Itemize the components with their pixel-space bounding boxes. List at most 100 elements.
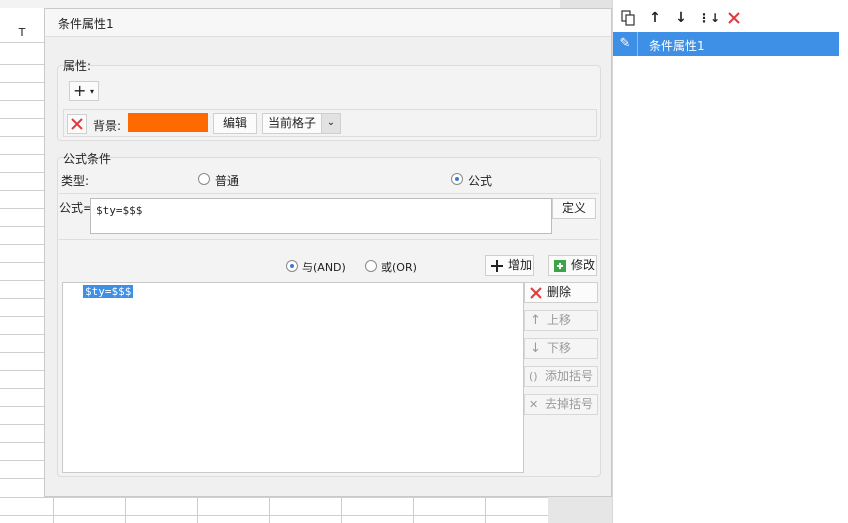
move-up-item-button[interactable]: ↑ [646, 8, 664, 28]
sheet-col-line [341, 497, 342, 523]
add-condition-button[interactable]: 增加 [485, 255, 534, 276]
sheet-col-line [197, 497, 198, 523]
sheet-row-line [0, 64, 44, 65]
modify-condition-button[interactable]: 修改 [548, 255, 597, 276]
sheet-col-line [485, 497, 486, 523]
type-option-normal: 普通 [215, 174, 240, 188]
formula-input[interactable]: $ty=$$$ [90, 198, 552, 234]
remove-attribute-button[interactable] [67, 114, 87, 134]
arrow-up-icon: ↑ [530, 313, 541, 328]
chevron-down-icon: ⌄ [321, 114, 340, 133]
scope-select-value: 当前格子 [268, 116, 317, 130]
sheet-col-line [413, 497, 414, 523]
sheet-row-line [0, 136, 44, 137]
edit-button[interactable]: 编辑 [213, 113, 257, 134]
sheet-row-line [0, 515, 560, 516]
divider [59, 193, 599, 194]
sheet-row-line [0, 370, 44, 371]
logic-radio-or[interactable] [365, 260, 377, 272]
sheet-row-line [0, 478, 44, 479]
sheet-col-line [53, 497, 54, 523]
move-up-button[interactable]: ↑ 上移 [524, 310, 598, 331]
sheet-row-line [0, 334, 44, 335]
sheet-row-line [0, 406, 44, 407]
copy-icon [621, 10, 635, 26]
copy-button[interactable] [619, 8, 637, 28]
sheet-row-line [0, 172, 44, 173]
close-icon [71, 118, 83, 130]
condition-item-label: 条件属性1 [649, 39, 705, 53]
attributes-group-label: 属性: [63, 59, 92, 73]
remove-bracket-button[interactable]: ✕ 去掉括号 [524, 394, 598, 415]
condition-attribute-dialog: 条件属性1 属性: + ▾ 背景: 编辑 当前格子 ⌄ 公式条件 类型: 普通 公… [44, 8, 612, 497]
background-color-swatch[interactable] [128, 113, 208, 132]
move-down-item-button[interactable]: ↓ [672, 8, 690, 28]
pencil-icon[interactable]: ✎ [613, 32, 638, 56]
sheet-row-line [0, 262, 44, 263]
sheet-row-line [0, 190, 44, 191]
formula-condition-group-label: 公式条件 [63, 152, 112, 166]
arrow-down-icon: ↓ [530, 341, 541, 356]
type-label: 类型: [61, 174, 90, 188]
close-icon [530, 287, 542, 299]
column-header[interactable]: T [0, 24, 44, 43]
sheet-row-line [0, 460, 44, 461]
move-down-button[interactable]: ↓ 下移 [524, 338, 598, 359]
condition-list-item[interactable]: $ty=$$$ [83, 285, 134, 298]
type-radio-formula[interactable] [451, 173, 463, 185]
modify-condition-label: 修改 [571, 258, 596, 272]
sheet-row-line [0, 154, 44, 155]
add-attribute-button[interactable]: + ▾ [69, 81, 99, 101]
close-icon [728, 12, 740, 24]
sheet-row-line [0, 226, 44, 227]
move-bottom-icon: ⋮↓ [698, 11, 721, 25]
sheet-row-line [0, 497, 560, 498]
sheet-row-line [0, 244, 44, 245]
sheet-row-line [0, 442, 44, 443]
delete-condition-label: 删除 [547, 285, 572, 299]
dialog-title: 条件属性1 [58, 17, 114, 31]
divider [59, 239, 599, 240]
delete-item-button[interactable] [725, 8, 743, 28]
condition-item[interactable]: ✎ 条件属性1 [613, 32, 839, 56]
condition-list-panel: ↑ ↓ ⋮↓ ✎ 条件属性1 [612, 0, 848, 523]
sheet-row-line [0, 82, 44, 83]
sheet-row-line [0, 424, 44, 425]
sheet-row-line [0, 280, 44, 281]
scope-select[interactable]: 当前格子 ⌄ [262, 113, 341, 134]
dialog-title-bar: 条件属性1 [45, 9, 611, 37]
type-radio-normal[interactable] [198, 173, 210, 185]
sheet-row-line [0, 388, 44, 389]
logic-option-or: 或(OR) [381, 261, 417, 274]
panel-toolbar: ↑ ↓ ⋮↓ [613, 8, 848, 30]
formula-label: 公式= [59, 201, 94, 215]
arrow-down-icon: ↓ [675, 10, 687, 26]
condition-list[interactable]: $ty=$$$ [62, 282, 524, 473]
move-up-label: 上移 [547, 313, 572, 327]
type-option-formula: 公式 [468, 174, 493, 188]
remove-bracket-label: 去掉括号 [545, 397, 594, 411]
sheet-row-line [0, 352, 44, 353]
add-bracket-label: 添加括号 [545, 369, 594, 383]
sheet-top-bar [0, 0, 612, 8]
define-button[interactable]: 定义 [552, 198, 596, 219]
modify-icon [554, 260, 566, 272]
plus-icon [491, 260, 503, 272]
logic-option-and: 与(AND) [302, 261, 346, 274]
sheet-row-line [0, 118, 44, 119]
background-label: 背景: [93, 119, 122, 133]
remove-bracket-icon: ✕ [529, 398, 539, 411]
delete-condition-button[interactable]: 删除 [524, 282, 598, 303]
sheet-col-line [125, 497, 126, 523]
add-condition-label: 增加 [508, 258, 533, 272]
sheet-grey-area [548, 497, 612, 523]
move-to-bottom-button[interactable]: ⋮↓ [698, 8, 720, 28]
add-bracket-button[interactable]: () 添加括号 [524, 366, 598, 387]
arrow-up-icon: ↑ [649, 10, 661, 26]
sheet-row-line [0, 208, 44, 209]
logic-radio-and[interactable] [286, 260, 298, 272]
sheet-row-line [0, 316, 44, 317]
sheet-row-line [0, 298, 44, 299]
add-symbol: + [73, 81, 87, 100]
chevron-down-icon: ▾ [90, 87, 95, 96]
